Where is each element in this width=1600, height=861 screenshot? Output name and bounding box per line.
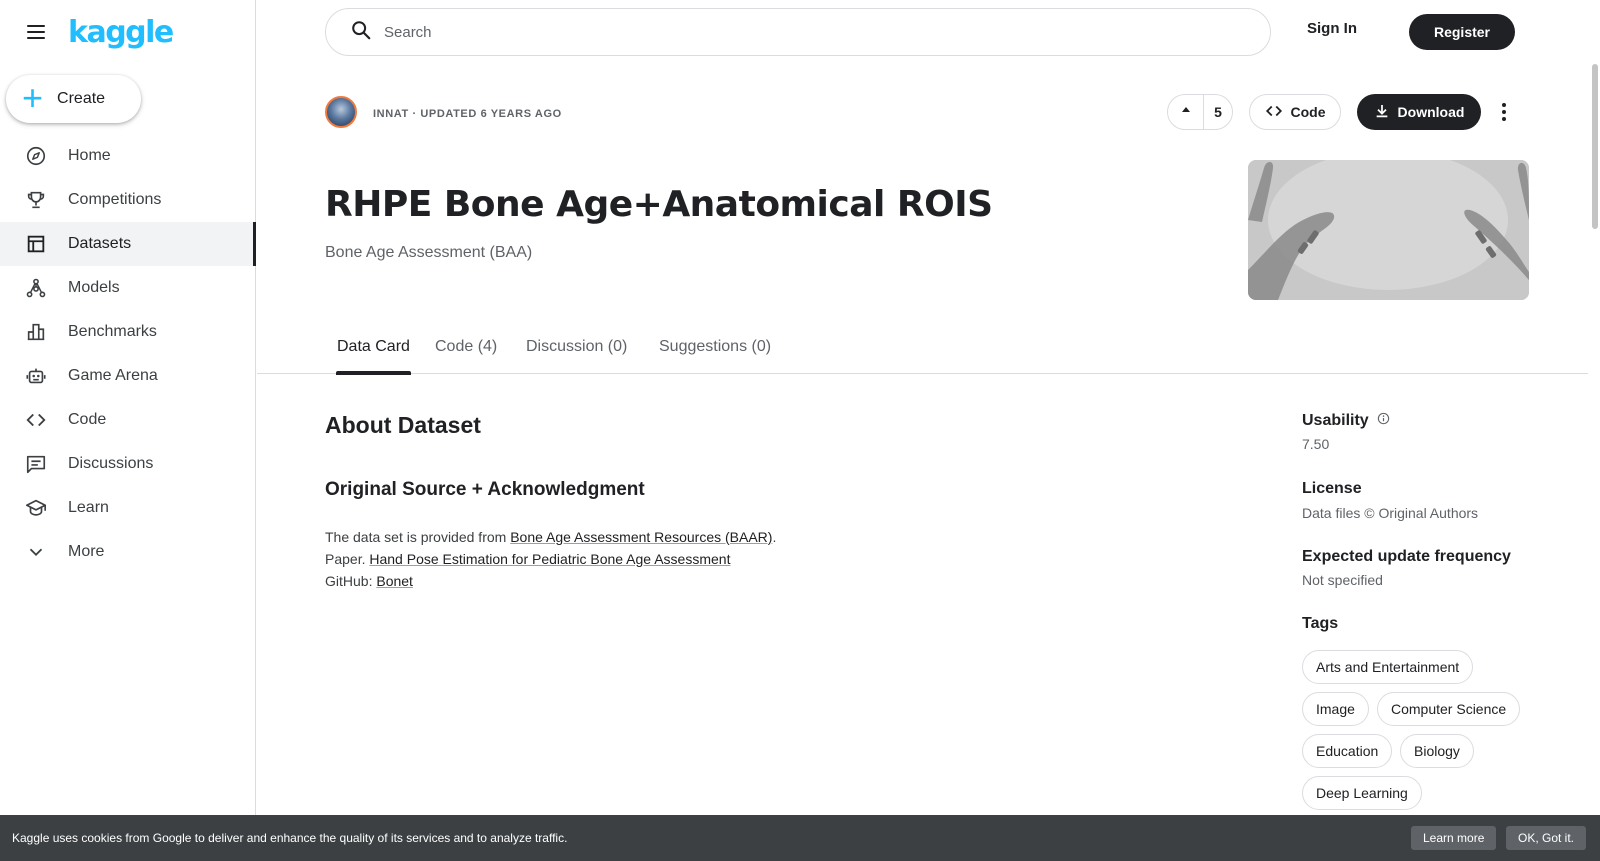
models-icon <box>24 276 48 300</box>
sidebar: kaggle + Create Home Competitions Datase… <box>0 0 256 861</box>
paper-line-text: Paper. <box>325 551 370 567</box>
source-line-suffix: . <box>772 529 777 545</box>
sidebar-item-more[interactable]: More <box>0 530 256 574</box>
sign-in-button[interactable]: Sign In <box>1307 20 1357 37</box>
search-bar[interactable] <box>325 8 1271 56</box>
create-label: Create <box>57 90 106 107</box>
source-line: The data set is provided from Bone Age A… <box>325 526 776 548</box>
search-input[interactable] <box>384 23 1244 41</box>
github-link[interactable]: Bonet <box>376 573 413 589</box>
bar-chart-icon <box>24 320 48 344</box>
ok-got-it-button[interactable]: OK, Got it. <box>1506 826 1587 850</box>
upvote-button[interactable] <box>1168 95 1204 129</box>
sidebar-item-competitions[interactable]: Competitions <box>0 178 256 222</box>
source-line-text: The data set is provided from <box>325 529 511 545</box>
code-icon <box>24 408 48 432</box>
table-icon <box>24 232 48 256</box>
sidebar-item-label: Code <box>68 411 107 428</box>
sidebar-item-game-arena[interactable]: Game Arena <box>0 354 256 398</box>
more-options-icon[interactable] <box>1494 98 1514 126</box>
sidebar-item-home[interactable]: Home <box>0 134 256 178</box>
code-button-label: Code <box>1290 104 1326 120</box>
tab-discussion[interactable]: Discussion (0) <box>526 338 627 374</box>
sidebar-item-discussions[interactable]: Discussions <box>0 442 256 486</box>
kaggle-logo[interactable]: kaggle <box>68 15 174 50</box>
frequency-value: Not specified <box>1302 572 1383 588</box>
tag-chip[interactable]: Computer Science <box>1377 692 1521 726</box>
tag-chip[interactable]: Biology <box>1400 734 1474 768</box>
sidebar-item-label: Benchmarks <box>68 323 157 340</box>
sidebar-item-label: Home <box>68 147 111 164</box>
compass-icon <box>24 144 48 168</box>
baar-link[interactable]: Bone Age Assessment Resources (BAAR) <box>510 529 772 545</box>
register-button[interactable]: Register <box>1409 14 1515 50</box>
tab-bar: Data Card Code (4) Discussion (0) Sugges… <box>257 332 1592 375</box>
info-icon[interactable] <box>1377 412 1390 430</box>
vote-control: 5 <box>1167 94 1233 130</box>
menu-icon[interactable] <box>24 20 48 44</box>
paper-line: Paper. Hand Pose Estimation for Pediatri… <box>325 548 730 570</box>
vote-count: 5 <box>1214 104 1222 120</box>
scrollbar-thumb[interactable] <box>1592 64 1598 229</box>
sidebar-item-label: Learn <box>68 499 109 516</box>
sidebar-item-datasets[interactable]: Datasets <box>0 222 256 266</box>
download-button-label: Download <box>1397 104 1465 120</box>
license-heading: License <box>1302 480 1362 497</box>
sidebar-item-label: Discussions <box>68 455 154 472</box>
chevron-down-icon <box>24 540 48 564</box>
robot-icon <box>24 364 48 388</box>
page-subtitle: Bone Age Assessment (BAA) <box>325 244 533 261</box>
usability-heading: Usability <box>1302 412 1390 430</box>
usability-label: Usability <box>1302 412 1369 429</box>
tag-chip[interactable]: Image <box>1302 692 1369 726</box>
search-icon <box>350 19 372 46</box>
brand: kaggle <box>24 14 174 50</box>
arrow-up-icon <box>1180 103 1192 121</box>
cookie-banner: Kaggle uses cookies from Google to deliv… <box>0 815 1600 861</box>
tab-data-card[interactable]: Data Card <box>336 338 411 375</box>
download-button[interactable]: Download <box>1357 94 1481 130</box>
usability-value: 7.50 <box>1302 436 1330 452</box>
source-heading: Original Source + Acknowledgment <box>325 479 645 500</box>
github-line-text: GitHub: <box>325 573 377 589</box>
comment-icon <box>24 452 48 476</box>
sidebar-item-label: Competitions <box>68 191 162 208</box>
sidebar-item-code[interactable]: Code <box>0 398 256 442</box>
github-line: GitHub: Bonet <box>325 570 413 592</box>
code-icon <box>1265 102 1283 123</box>
trophy-icon <box>24 188 48 212</box>
plus-icon: + <box>22 76 44 118</box>
tab-code[interactable]: Code (4) <box>435 338 497 374</box>
sidebar-item-label: Models <box>68 279 120 296</box>
download-icon <box>1374 103 1390 122</box>
tag-chip[interactable]: Arts and Entertainment <box>1302 650 1474 684</box>
learn-more-button[interactable]: Learn more <box>1411 826 1497 850</box>
sidebar-nav: Home Competitions Datasets Models Benchm… <box>0 134 256 574</box>
about-dataset-heading: About Dataset <box>325 412 481 438</box>
school-icon <box>24 496 48 520</box>
sidebar-item-benchmarks[interactable]: Benchmarks <box>0 310 256 354</box>
owner-updated-line: INNAT · UPDATED 6 YEARS AGO <box>373 108 562 120</box>
code-button[interactable]: Code <box>1249 94 1341 130</box>
paper-link[interactable]: Hand Pose Estimation for Pediatric Bone … <box>369 551 730 567</box>
create-button[interactable]: + Create <box>6 75 141 123</box>
scrollbar[interactable] <box>1588 0 1600 861</box>
tag-chip[interactable]: Deep Learning <box>1302 776 1422 810</box>
sidebar-item-label: Datasets <box>68 235 132 252</box>
sidebar-item-learn[interactable]: Learn <box>0 486 256 530</box>
frequency-heading: Expected update frequency <box>1302 548 1511 565</box>
avatar[interactable] <box>325 96 357 128</box>
tag-chip[interactable]: Education <box>1302 734 1393 768</box>
tab-suggestions[interactable]: Suggestions (0) <box>659 338 771 374</box>
page-title: RHPE Bone Age+Anatomical ROIS <box>325 184 993 225</box>
license-value: Data files © Original Authors <box>1302 505 1479 521</box>
sidebar-item-models[interactable]: Models <box>0 266 256 310</box>
sidebar-item-label: More <box>68 543 105 560</box>
dataset-cover-image <box>1248 160 1529 300</box>
cookie-message: Kaggle uses cookies from Google to deliv… <box>12 831 568 845</box>
tags-heading: Tags <box>1302 615 1339 632</box>
sidebar-item-label: Game Arena <box>68 367 158 384</box>
